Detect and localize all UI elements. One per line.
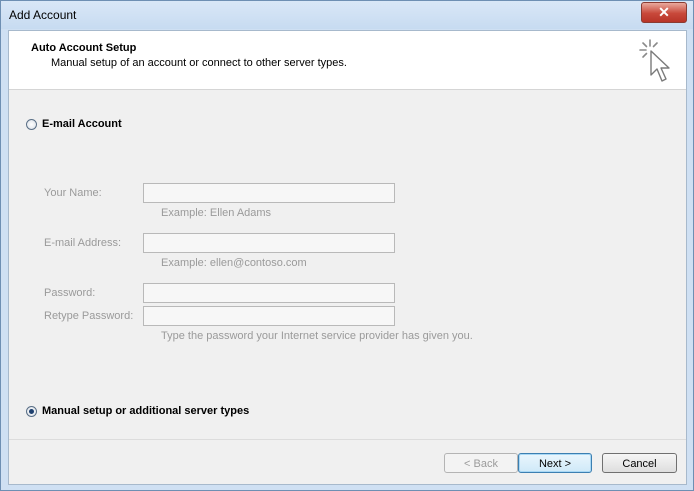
footer-divider <box>9 439 686 440</box>
header-subtitle: Manual setup of an account or connect to… <box>51 57 347 69</box>
email-address-hint: Example: ellen@contoso.com <box>161 257 307 269</box>
back-button[interactable]: < Back <box>444 453 518 473</box>
email-account-label: E-mail Account <box>42 118 122 130</box>
password-field[interactable] <box>143 283 395 303</box>
manual-setup-option[interactable]: Manual setup or additional server types <box>26 405 249 417</box>
email-account-radio[interactable] <box>26 118 37 130</box>
your-name-label: Your Name: <box>44 187 102 199</box>
title-bar: Add Account ✕ <box>1 1 693 29</box>
next-button[interactable]: Next > <box>518 453 592 473</box>
email-address-label: E-mail Address: <box>44 237 122 249</box>
your-name-hint: Example: Ellen Adams <box>161 207 272 219</box>
email-account-option[interactable]: E-mail Account <box>26 118 122 130</box>
cancel-button[interactable]: Cancel <box>602 453 677 473</box>
cursor-sparkle-icon <box>639 39 670 82</box>
window-title: Add Account <box>9 8 77 22</box>
close-icon: ✕ <box>658 4 670 20</box>
password-label: Password: <box>44 287 96 299</box>
close-button[interactable]: ✕ <box>641 2 687 23</box>
retype-password-label: Retype Password: <box>44 310 134 322</box>
your-name-field[interactable] <box>143 183 395 203</box>
manual-setup-radio[interactable] <box>26 405 37 417</box>
wizard-header: Auto Account Setup Manual setup of an ac… <box>9 31 686 90</box>
header-title: Auto Account Setup <box>31 42 137 54</box>
email-address-field[interactable] <box>143 233 395 253</box>
retype-password-field[interactable] <box>143 306 395 326</box>
dialog-client: Auto Account Setup Manual setup of an ac… <box>8 30 687 485</box>
manual-setup-label: Manual setup or additional server types <box>42 405 250 417</box>
add-account-window: Add Account ✕ Auto Account Setup Manual … <box>0 0 694 491</box>
password-hint: Type the password your Internet service … <box>161 330 473 342</box>
